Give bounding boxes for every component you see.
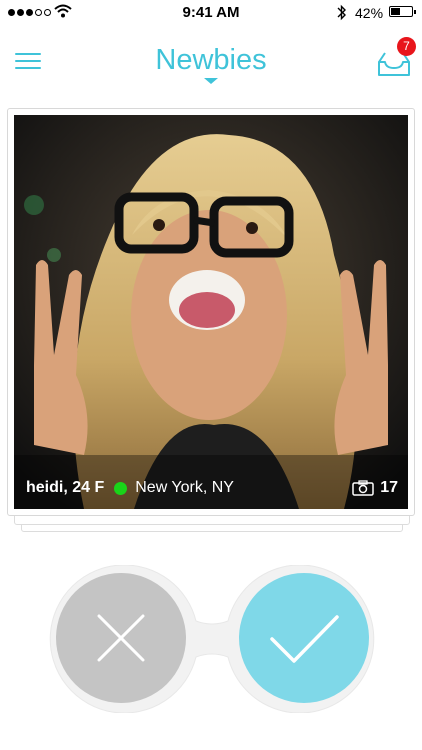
profile-card[interactable]: heidi, 24 F New York, NY 17 [7,108,415,516]
bluetooth-icon [337,4,346,21]
battery-percentage: 42% [355,5,384,21]
like-button[interactable] [239,573,369,703]
profile-name-age: heidi, 24 F [26,479,105,496]
camera-icon [352,480,374,496]
photo-count-value: 17 [380,479,398,496]
profile-info: heidi, 24 F New York, NY [26,479,234,497]
check-icon [270,615,339,663]
photo-count[interactable]: 17 [352,479,398,497]
dislike-button[interactable] [56,573,186,703]
close-icon [97,614,145,662]
page-title[interactable]: Newbies [0,44,422,77]
online-status-icon [114,481,128,495]
battery-icon [389,6,416,17]
profile-location: New York, NY [135,479,234,496]
status-bar: 9:41 AM 42% [0,0,422,26]
profile-photo[interactable]: heidi, 24 F New York, NY 17 [14,115,408,509]
chevron-down-icon[interactable] [204,78,218,84]
notification-badge: 7 [397,37,416,56]
